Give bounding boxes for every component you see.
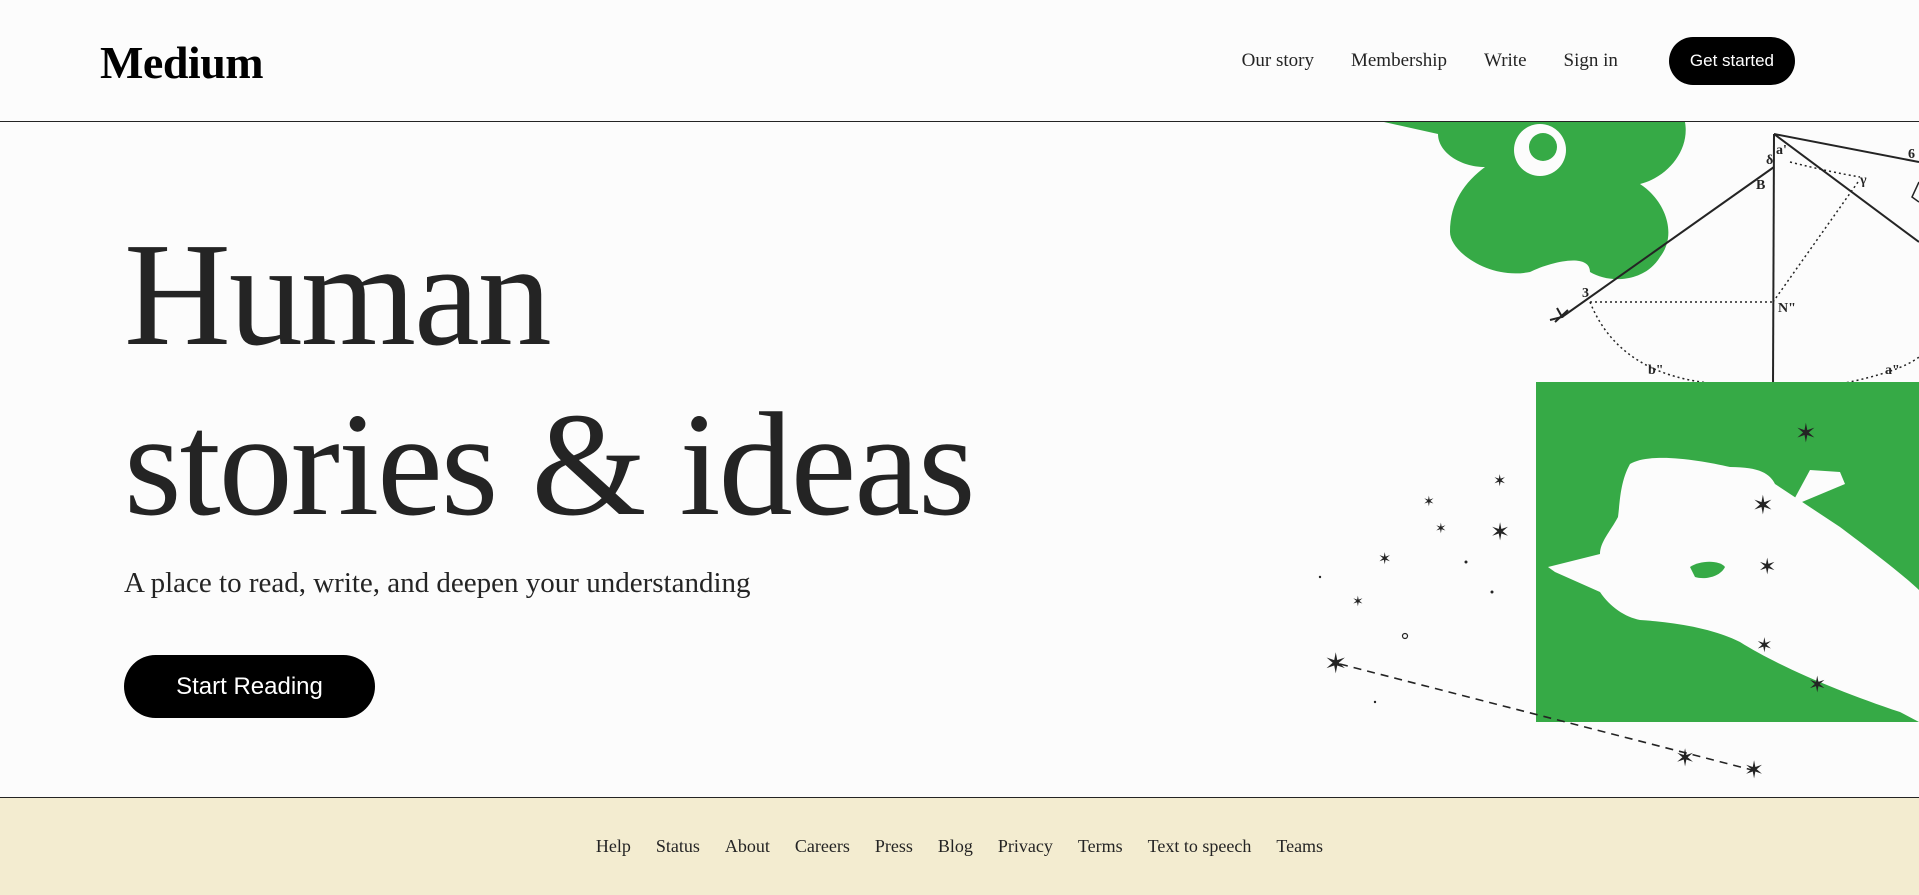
diagram-label-a-prime: a' bbox=[1776, 143, 1787, 158]
diagram-label-b-double-prime: b" bbox=[1648, 363, 1664, 378]
hero-headline-block: Human stories & ideas bbox=[124, 210, 976, 550]
footer-link-blog[interactable]: Blog bbox=[938, 836, 973, 857]
footer-link-text-to-speech[interactable]: Text to speech bbox=[1148, 836, 1252, 857]
diagram-label-n: N" bbox=[1778, 301, 1796, 316]
star-icon: ✶ bbox=[1675, 744, 1695, 772]
start-reading-button[interactable]: Start Reading bbox=[124, 655, 375, 718]
star-icon: ✶ bbox=[1493, 471, 1506, 490]
footer-link-status[interactable]: Status bbox=[656, 836, 700, 857]
star-icon: ✶ bbox=[1324, 647, 1347, 680]
medium-logo[interactable]: Medium bbox=[100, 36, 264, 89]
star-icon: ✶ bbox=[1435, 521, 1447, 537]
star-icon: ✶ bbox=[1352, 594, 1364, 610]
medium-landing-page: Medium Our story Membership Write Sign i… bbox=[0, 0, 1919, 895]
star-icon: ✶ bbox=[1490, 518, 1510, 546]
footer: Help Status About Careers Press Blog Pri… bbox=[0, 797, 1919, 895]
nav-sign-in[interactable]: Sign in bbox=[1564, 50, 1618, 72]
diagram-label-6: 6 bbox=[1908, 147, 1915, 162]
top-header: Medium Our story Membership Write Sign i… bbox=[0, 0, 1919, 122]
nav-our-story[interactable]: Our story bbox=[1242, 50, 1314, 72]
diagram-label-a-double-prime: a" bbox=[1885, 363, 1900, 378]
star-icon: ✶ bbox=[1752, 491, 1774, 521]
diagram-label-b: B bbox=[1756, 178, 1765, 193]
footer-link-help[interactable]: Help bbox=[596, 836, 631, 857]
footer-link-press[interactable]: Press bbox=[875, 836, 913, 857]
get-started-button[interactable]: Get started bbox=[1668, 37, 1795, 85]
star-icon: ✶ bbox=[1423, 494, 1435, 510]
hero-headline: Human stories & ideas bbox=[124, 210, 976, 550]
headline-line-1: Human bbox=[124, 213, 552, 377]
diagram-label-3: 3 bbox=[1582, 286, 1589, 301]
star-icon: ✶ bbox=[1756, 633, 1773, 657]
footer-link-careers[interactable]: Careers bbox=[795, 836, 850, 857]
top-nav: Our story Membership Write Sign in Get s… bbox=[1242, 36, 1795, 86]
hero-illustration: a' B 3 N" b" E a" 6 γ δ ✶ ✶ ✶ ✶ ✶ ✶ ✶ bbox=[1318, 122, 1919, 784]
nav-write[interactable]: Write bbox=[1484, 50, 1527, 72]
diagram-label-gamma: γ bbox=[1859, 173, 1867, 188]
footer-link-terms[interactable]: Terms bbox=[1078, 836, 1123, 857]
hero-subtitle: A place to read, write, and deepen your … bbox=[124, 567, 751, 599]
footer-link-about[interactable]: About bbox=[725, 836, 770, 857]
footer-link-privacy[interactable]: Privacy bbox=[998, 836, 1053, 857]
nav-membership[interactable]: Membership bbox=[1351, 50, 1447, 72]
headline-line-2: stories & ideas bbox=[124, 383, 976, 547]
star-icon: ✶ bbox=[1795, 419, 1817, 449]
diagram-label-delta: δ bbox=[1766, 153, 1773, 168]
star-icon: ✶ bbox=[1808, 673, 1826, 698]
star-icon: ✶ bbox=[1758, 555, 1776, 580]
footer-link-teams[interactable]: Teams bbox=[1276, 836, 1323, 857]
star-icon: ✶ bbox=[1378, 549, 1391, 568]
green-flower-shape bbox=[1384, 122, 1686, 280]
